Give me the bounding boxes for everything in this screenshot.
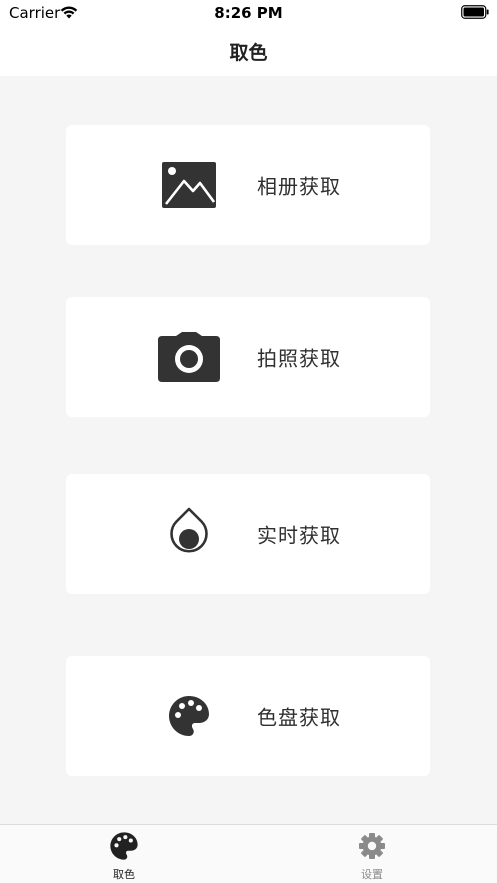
tab-settings[interactable]: 设置: [248, 825, 496, 883]
gear-icon: [359, 833, 385, 859]
tab-bar: 取色 设置: [0, 824, 497, 883]
navigation-bar: 取色: [0, 26, 497, 76]
camera-icon: [158, 326, 220, 388]
album-pick-card[interactable]: 相册获取: [66, 125, 430, 245]
main-content: 相册获取 拍照获取 实时获取 色盘获取: [0, 76, 497, 824]
tab-pick-color[interactable]: 取色: [0, 825, 248, 883]
realtime-drop-icon: [158, 503, 220, 565]
status-bar: Carrier 8:26 PM: [0, 0, 497, 26]
palette-icon: [158, 685, 220, 747]
status-time: 8:26 PM: [214, 4, 283, 22]
page-title: 取色: [229, 41, 268, 64]
palette-pick-label: 色盘获取: [257, 705, 341, 730]
tab-settings-label: 设置: [361, 868, 383, 881]
camera-pick-label: 拍照获取: [257, 346, 341, 371]
realtime-pick-card[interactable]: 实时获取: [66, 474, 430, 594]
palette-pick-card[interactable]: 色盘获取: [66, 656, 430, 776]
tab-pick-color-label: 取色: [113, 868, 135, 881]
battery-icon: [461, 5, 489, 19]
album-pick-label: 相册获取: [257, 174, 341, 199]
palette-icon: [110, 832, 138, 860]
realtime-pick-label: 实时获取: [257, 523, 341, 548]
photo-album-icon: [158, 154, 220, 216]
camera-pick-card[interactable]: 拍照获取: [66, 297, 430, 417]
